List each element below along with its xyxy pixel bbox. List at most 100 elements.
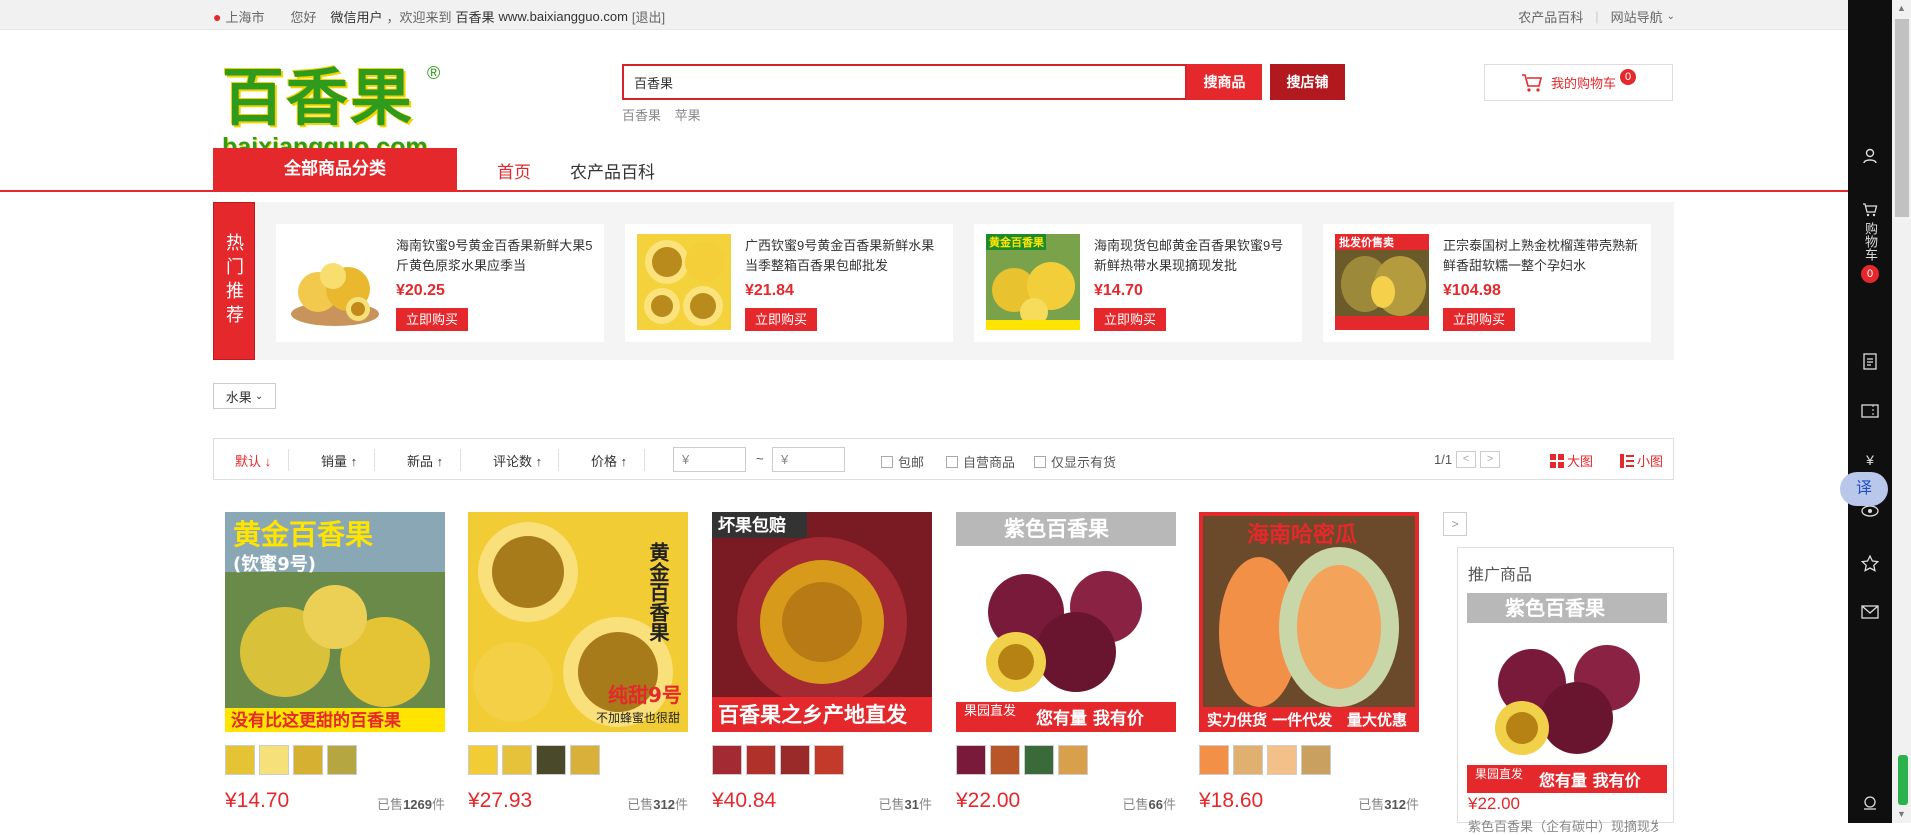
coupon-icon[interactable] xyxy=(1848,403,1892,422)
hot-item[interactable]: 黄金百香果 海南现货包邮黄金百香果钦蜜9号新鲜热带水果现摘现发批 ¥14.70 … xyxy=(974,224,1302,342)
right-toolbar: 购物车 0 ¥ xyxy=(1848,0,1892,823)
scrollbar-thumb[interactable] xyxy=(1895,19,1909,217)
prev-page-button[interactable]: < xyxy=(1456,451,1477,468)
product-image[interactable]: 黄金百香果 纯甜9号 不加蜂蜜也很甜 xyxy=(468,512,688,732)
promo-product-image[interactable]: 紫色百香果 果园直发 您有量 我有价 xyxy=(1467,593,1667,793)
thumbnail[interactable] xyxy=(1058,745,1088,775)
product-banner-text: 实力供货 一件代发 xyxy=(1207,711,1333,729)
translate-button[interactable]: 译 xyxy=(1840,472,1888,506)
in-stock-checkbox[interactable]: 仅显示有货 xyxy=(1034,452,1116,471)
buy-now-button[interactable]: 立即购买 xyxy=(396,308,468,331)
thumbnail[interactable] xyxy=(225,745,255,775)
orders-icon[interactable] xyxy=(1848,352,1892,373)
big-view-button[interactable]: 大图 xyxy=(1550,451,1593,470)
service-icon[interactable] xyxy=(1848,795,1892,814)
hot-item-name[interactable]: 广西钦蜜9号黄金百香果新鲜水果当季整箱百香果包邮批发 xyxy=(745,236,945,276)
thumbnail[interactable] xyxy=(1301,745,1331,775)
scroll-indicator xyxy=(1898,755,1908,805)
small-view-button[interactable]: 小图 xyxy=(1620,451,1663,470)
thumbnail[interactable] xyxy=(327,745,357,775)
scroll-up-arrow[interactable]: ▲ xyxy=(1892,0,1911,17)
location-text[interactable]: 上海市 xyxy=(225,7,264,26)
free-shipping-checkbox[interactable]: 包邮 xyxy=(881,452,924,471)
thumbnail[interactable] xyxy=(570,745,600,775)
price-max-input[interactable]: ¥ xyxy=(772,447,845,472)
location-pin-icon: ● xyxy=(213,8,222,25)
hot-item[interactable]: 海南钦蜜9号黄金百香果新鲜大果5斤黄色原浆水果应季当 ¥20.25 立即购买 xyxy=(276,224,604,342)
nav-encyclopedia[interactable]: 农产品百科 xyxy=(570,158,655,183)
logout-link[interactable]: [退出] xyxy=(632,7,665,26)
yen-icon[interactable]: ¥ xyxy=(1848,452,1892,468)
product-card[interactable]: 黄金百香果 (钦蜜9号) 没有比这更甜的百香果 ¥14.70 已售1269件 xyxy=(225,512,445,822)
thumbnail[interactable] xyxy=(956,745,986,775)
search-shop-button[interactable]: 搜店铺 xyxy=(1270,64,1345,100)
category-filter-dropdown[interactable]: 水果 ⌄ xyxy=(213,383,276,409)
site-nav-link[interactable]: 网站导航 xyxy=(1611,7,1663,26)
sort-new[interactable]: 新品 ↑ xyxy=(407,451,443,470)
thumbnail-row xyxy=(468,745,604,775)
product-image[interactable] xyxy=(288,234,382,330)
hot-item-name[interactable]: 正宗泰国树上熟金枕榴莲带壳熟新鲜香甜软糯一整个孕妇水 xyxy=(1443,236,1643,276)
buy-now-button[interactable]: 立即购买 xyxy=(1443,308,1515,331)
scroll-down-arrow[interactable]: ▼ xyxy=(1892,806,1911,823)
hot-keyword[interactable]: 苹果 xyxy=(675,108,701,123)
user-icon[interactable] xyxy=(1848,148,1892,167)
buy-now-button[interactable]: 立即购买 xyxy=(745,308,817,331)
eye-icon[interactable] xyxy=(1848,505,1892,520)
product-image[interactable] xyxy=(637,234,731,330)
product-card[interactable]: 坏果包赔 百香果之乡产地直发 ¥40.84 已售31件 xyxy=(712,512,932,822)
all-categories-button[interactable]: 全部商品分类 xyxy=(213,148,457,190)
product-card[interactable]: 海南哈密瓜 实力供货 一件代发 量大优惠 ¥18.60 已售312件 xyxy=(1199,512,1419,822)
buy-now-button[interactable]: 立即购买 xyxy=(1094,308,1166,331)
search-input[interactable] xyxy=(624,66,1185,98)
hot-item[interactable]: 广西钦蜜9号黄金百香果新鲜水果当季整箱百香果包邮批发 ¥21.84 立即购买 xyxy=(625,224,953,342)
product-image[interactable]: 海南哈密瓜 实力供货 一件代发 量大优惠 xyxy=(1199,512,1419,732)
hot-item[interactable]: 批发价售卖 正宗泰国树上熟金枕榴莲带壳熟新鲜香甜软糯一整个孕妇水 ¥104.98… xyxy=(1323,224,1651,342)
divider xyxy=(460,449,461,471)
hot-keyword[interactable]: 百香果 xyxy=(622,108,661,123)
thumbnail[interactable] xyxy=(502,745,532,775)
price-min-input[interactable]: ¥ xyxy=(673,447,746,472)
thumbnail[interactable] xyxy=(293,745,323,775)
self-operated-checkbox[interactable]: 自营商品 xyxy=(946,452,1015,471)
product-image[interactable]: 坏果包赔 百香果之乡产地直发 xyxy=(712,512,932,732)
cart-icon xyxy=(1521,73,1543,92)
thumbnail[interactable] xyxy=(746,745,776,775)
thumbnail[interactable] xyxy=(259,745,289,775)
promo-description[interactable]: 紫色百香果（企有碳中）现摘现发 xyxy=(1468,816,1658,835)
next-page-button[interactable]: > xyxy=(1480,451,1501,468)
thumbnail[interactable] xyxy=(1267,745,1297,775)
thumbnail[interactable] xyxy=(1233,745,1263,775)
product-image[interactable]: 紫色百香果 果园直发 您有量 我有价 xyxy=(956,512,1176,732)
mail-icon[interactable] xyxy=(1848,605,1892,622)
product-card[interactable]: 黄金百香果 纯甜9号 不加蜂蜜也很甜 ¥27.93 已售312件 xyxy=(468,512,688,822)
thumbnail[interactable] xyxy=(814,745,844,775)
thumbnail[interactable] xyxy=(990,745,1020,775)
sort-reviews[interactable]: 评论数 ↑ xyxy=(493,451,542,470)
star-icon[interactable] xyxy=(1848,554,1892,576)
hot-item-name[interactable]: 海南钦蜜9号黄金百香果新鲜大果5斤黄色原浆水果应季当 xyxy=(396,236,596,276)
nav-home[interactable]: 首页 xyxy=(497,158,531,183)
thumbnail[interactable] xyxy=(1199,745,1229,775)
sort-default[interactable]: 默认 ↓ xyxy=(235,451,271,470)
product-card[interactable]: 紫色百香果 果园直发 您有量 我有价 ¥22.00 已售66件 xyxy=(956,512,1176,822)
thumbnail[interactable] xyxy=(780,745,810,775)
cart-button[interactable]: 我的购物车 0 xyxy=(1484,64,1673,101)
sort-sales[interactable]: 销量 ↑ xyxy=(321,451,357,470)
thumbnail[interactable] xyxy=(536,745,566,775)
search-goods-button[interactable]: 搜商品 xyxy=(1187,64,1262,100)
product-image[interactable]: 批发价售卖 xyxy=(1335,234,1429,330)
hot-item-name[interactable]: 海南现货包邮黄金百香果钦蜜9号新鲜热带水果现摘现发批 xyxy=(1094,236,1294,276)
user-name[interactable]: 微信用户 xyxy=(331,7,383,26)
site-url[interactable]: www.baixiangguo.com xyxy=(499,9,628,24)
product-image[interactable]: 黄金百香果 xyxy=(986,234,1080,330)
thumbnail[interactable] xyxy=(712,745,742,775)
thumbnail[interactable] xyxy=(1024,745,1054,775)
thumbnail[interactable] xyxy=(468,745,498,775)
sort-price[interactable]: 价格 ↑ xyxy=(591,451,627,470)
carousel-next-button[interactable]: > xyxy=(1443,512,1467,536)
product-image[interactable]: 黄金百香果 (钦蜜9号) 没有比这更甜的百香果 xyxy=(225,512,445,732)
encyclopedia-link[interactable]: 农产品百科 xyxy=(1518,7,1583,26)
pager: 1/1 < > xyxy=(1434,451,1501,468)
sidebar-cart[interactable]: 购物车 0 xyxy=(1848,203,1892,283)
